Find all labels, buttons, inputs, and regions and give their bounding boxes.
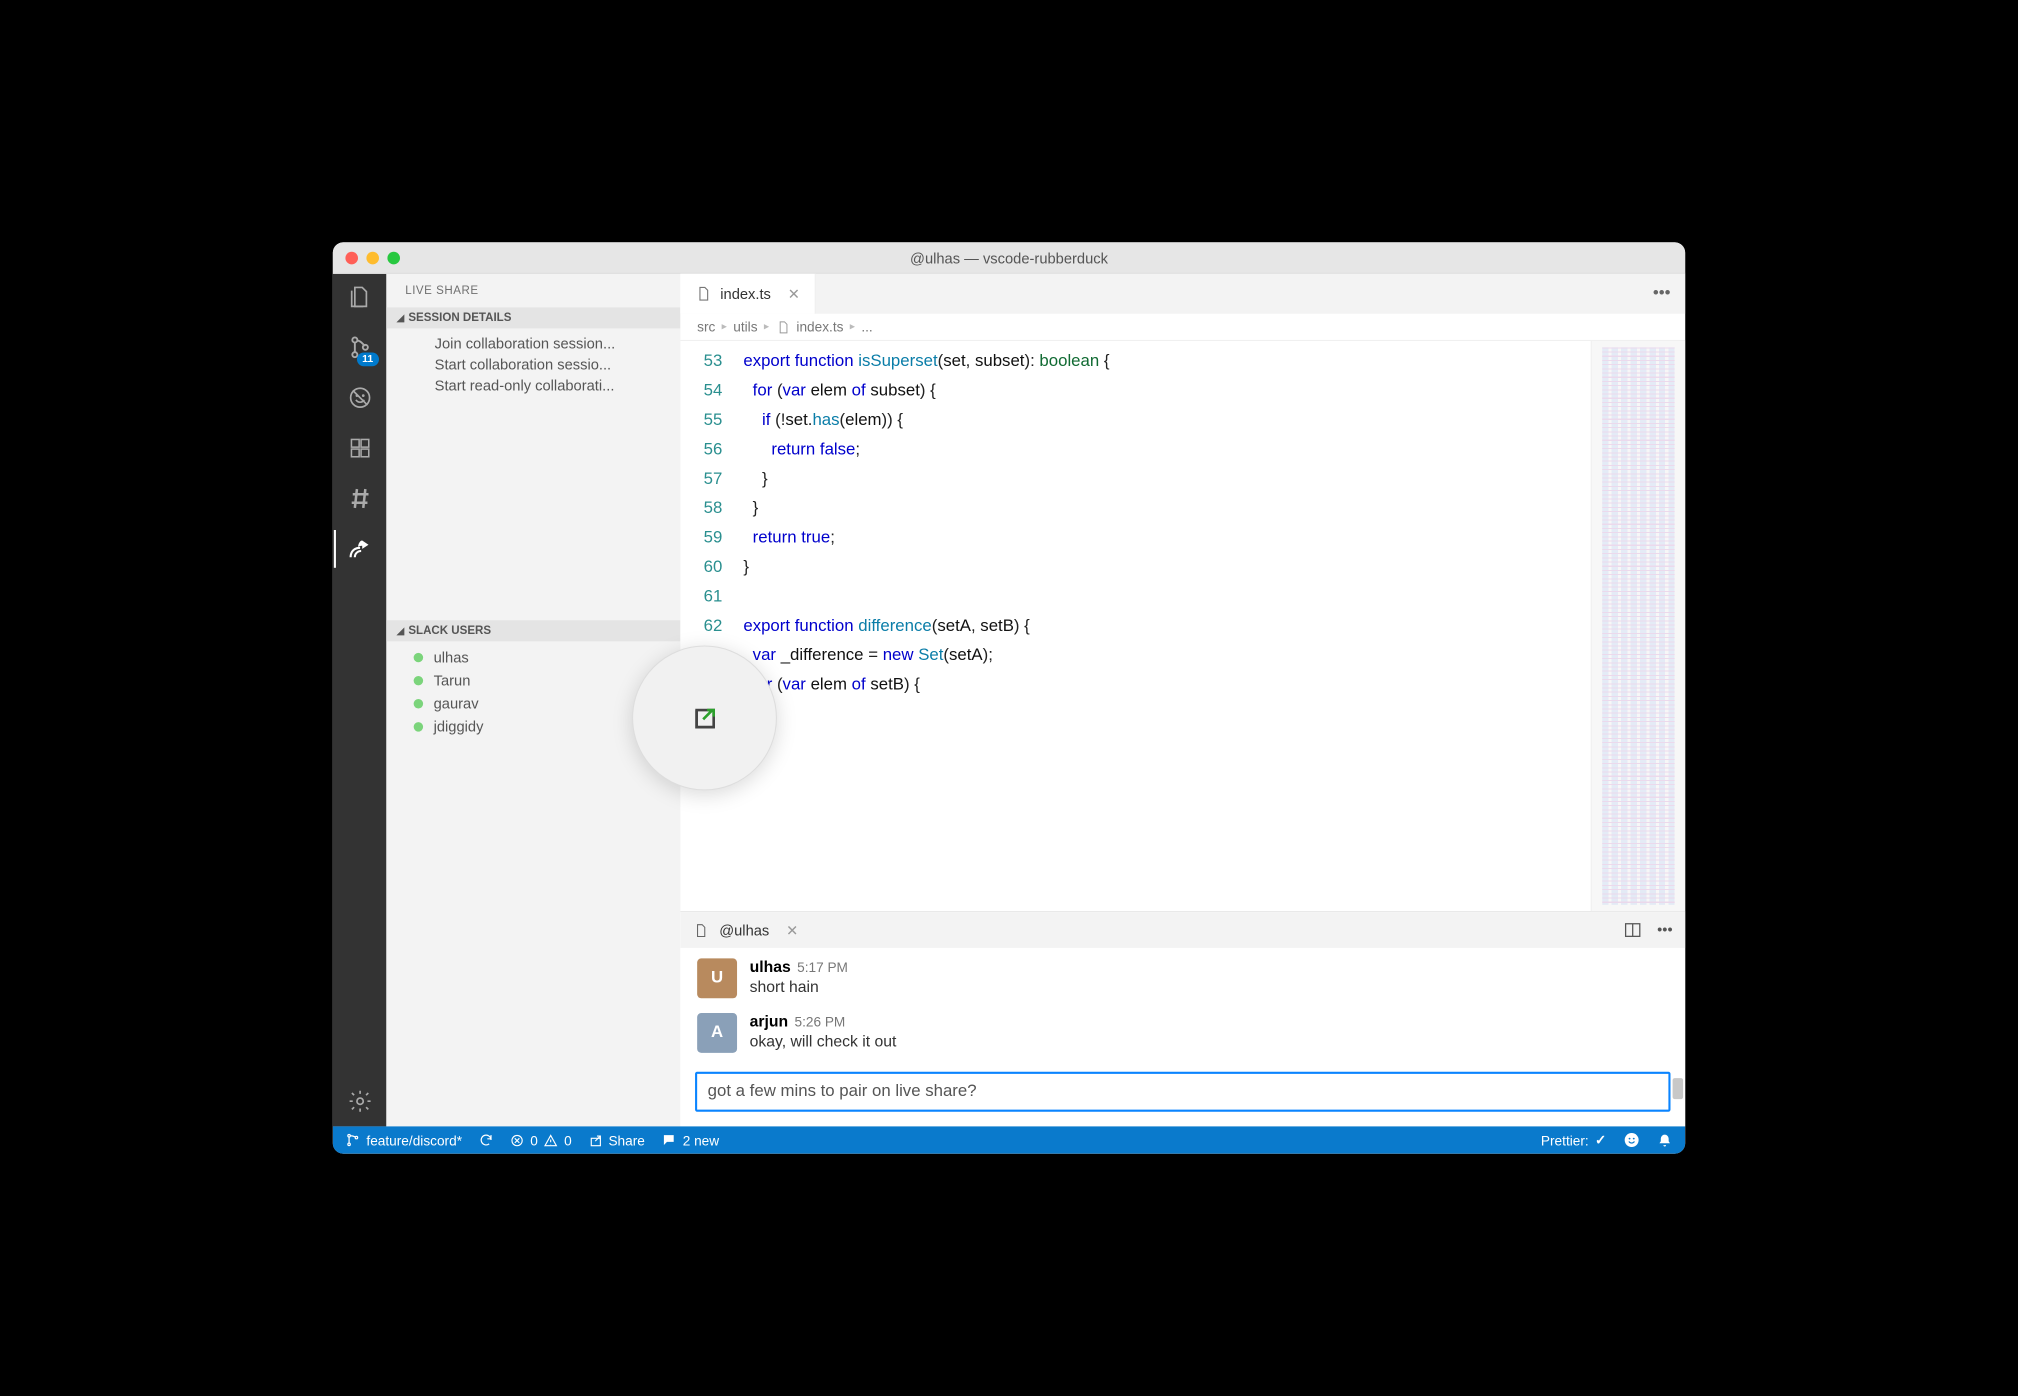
chat-panel: @ulhas ✕ ••• Uulhas 5:17 PM short hain Aarj… [680,911,1685,1126]
code-line[interactable]: 63 var _difference = new Set(setA); [680,641,1590,670]
chat-message: Aarjun 5:26 PM okay, will check it out [697,1013,1668,1053]
line-number: 58 [680,494,743,523]
chevron-down-icon: ◢ [397,625,404,637]
presence-dot-icon [414,699,423,708]
more-actions-icon[interactable]: ••• [1657,921,1672,940]
code-line[interactable]: 58 } [680,494,1590,523]
chat-input[interactable] [695,1072,1670,1112]
extensions-icon[interactable] [347,436,372,461]
close-icon[interactable]: ✕ [786,921,798,939]
code-line[interactable]: 57 } [680,465,1590,494]
check-icon: ✓ [1595,1132,1606,1149]
problems-indicator[interactable]: 0 0 [510,1132,571,1148]
message-author: arjun [750,1013,789,1031]
titlebar: @ulhas — vscode-rubberduck [333,242,1685,274]
slack-user[interactable]: Tarun [386,669,680,692]
line-number: 53 [680,347,743,376]
session-details-header[interactable]: ◢ SESSION DETAILS [386,307,680,328]
line-number: 54 [680,377,743,406]
close-icon[interactable]: ✕ [788,285,800,303]
settings-gear-icon[interactable] [347,1089,372,1114]
feedback-icon[interactable] [1623,1132,1640,1149]
code-line[interactable]: 54 for (var elem of subset) { [680,377,1590,406]
code-line[interactable]: 62export function difference(setA, setB)… [680,612,1590,641]
file-icon [695,285,712,302]
minimap[interactable] [1591,341,1686,911]
chat-channel[interactable]: @ulhas [719,922,769,939]
chat-message: Uulhas 5:17 PM short hain [697,958,1668,998]
session-action[interactable]: Start collaboration sessio... [386,354,680,375]
message-author: ulhas [750,958,791,976]
popout-icon[interactable] [689,702,721,733]
line-number: 61 [680,583,743,612]
code-line[interactable]: 55 if (!set.has(elem)) { [680,406,1590,435]
branch-indicator[interactable]: feature/discord* [345,1132,462,1148]
file-icon [775,319,790,334]
line-number: 55 [680,406,743,435]
session-action[interactable]: Start read-only collaborati... [386,375,680,396]
activity-bar: 11 [333,274,387,1127]
message-time: 5:26 PM [794,1014,845,1030]
presence-dot-icon [414,722,423,731]
comments-indicator[interactable]: 2 new [662,1132,719,1148]
presence-dot-icon [414,652,423,661]
message-text: short hain [750,978,848,996]
slack-users-header[interactable]: ◢ SLACK USERS [386,620,680,641]
avatar[interactable]: U [697,958,737,998]
line-number: 62 [680,612,743,641]
code-line[interactable]: 60} [680,553,1590,582]
scrollbar-thumb[interactable] [1673,1078,1684,1099]
chevron-down-icon: ◢ [397,312,404,324]
window-title: @ulhas — vscode-rubberduck [333,249,1685,266]
editor-tabs: index.ts ✕ ••• [680,274,1685,314]
hash-icon[interactable] [347,486,372,511]
status-bar: feature/discord* 0 0 Share 2 new Prettie… [333,1126,1685,1153]
breadcrumbs[interactable]: src▸ utils▸ index.ts▸ ... [680,314,1685,341]
session-action[interactable]: Join collaboration session... [386,333,680,354]
message-time: 5:17 PM [797,959,848,975]
prettier-status[interactable]: Prettier: ✓ [1541,1132,1607,1149]
notifications-icon[interactable] [1657,1132,1673,1148]
line-number: 57 [680,465,743,494]
presence-dot-icon [414,675,423,684]
file-icon [693,922,709,938]
code-line[interactable]: 61 [680,583,1590,612]
line-number: 60 [680,553,743,582]
code-editor[interactable]: 53export function isSuperset(set, subset… [680,341,1590,911]
code-line[interactable]: 59 return true; [680,524,1590,553]
split-editor-icon[interactable] [1624,921,1643,940]
message-text: okay, will check it out [750,1033,897,1051]
live-share-icon[interactable] [347,536,372,561]
line-number: 56 [680,436,743,465]
code-line[interactable]: 53export function isSuperset(set, subset… [680,347,1590,376]
more-actions-icon[interactable]: ••• [1653,284,1671,303]
avatar[interactable]: A [697,1013,737,1053]
sync-button[interactable] [479,1133,494,1148]
code-line[interactable]: 56 return false; [680,436,1590,465]
code-line[interactable]: 64 for (var elem of setB) { [680,671,1590,700]
share-button[interactable]: Share [589,1132,645,1148]
slack-user[interactable]: ulhas [386,646,680,669]
debug-disabled-icon[interactable] [347,385,372,410]
explorer-icon[interactable] [347,284,372,309]
tab-index-ts[interactable]: index.ts ✕ [680,274,815,314]
source-control-icon[interactable]: 11 [347,335,372,360]
editor-area: index.ts ✕ ••• src▸ utils▸ index.ts▸ ...… [680,274,1685,1127]
sidebar-title: LIVE SHARE [386,274,680,308]
scm-badge: 11 [357,353,379,367]
line-number: 59 [680,524,743,553]
magnifier-overlay [632,646,777,791]
